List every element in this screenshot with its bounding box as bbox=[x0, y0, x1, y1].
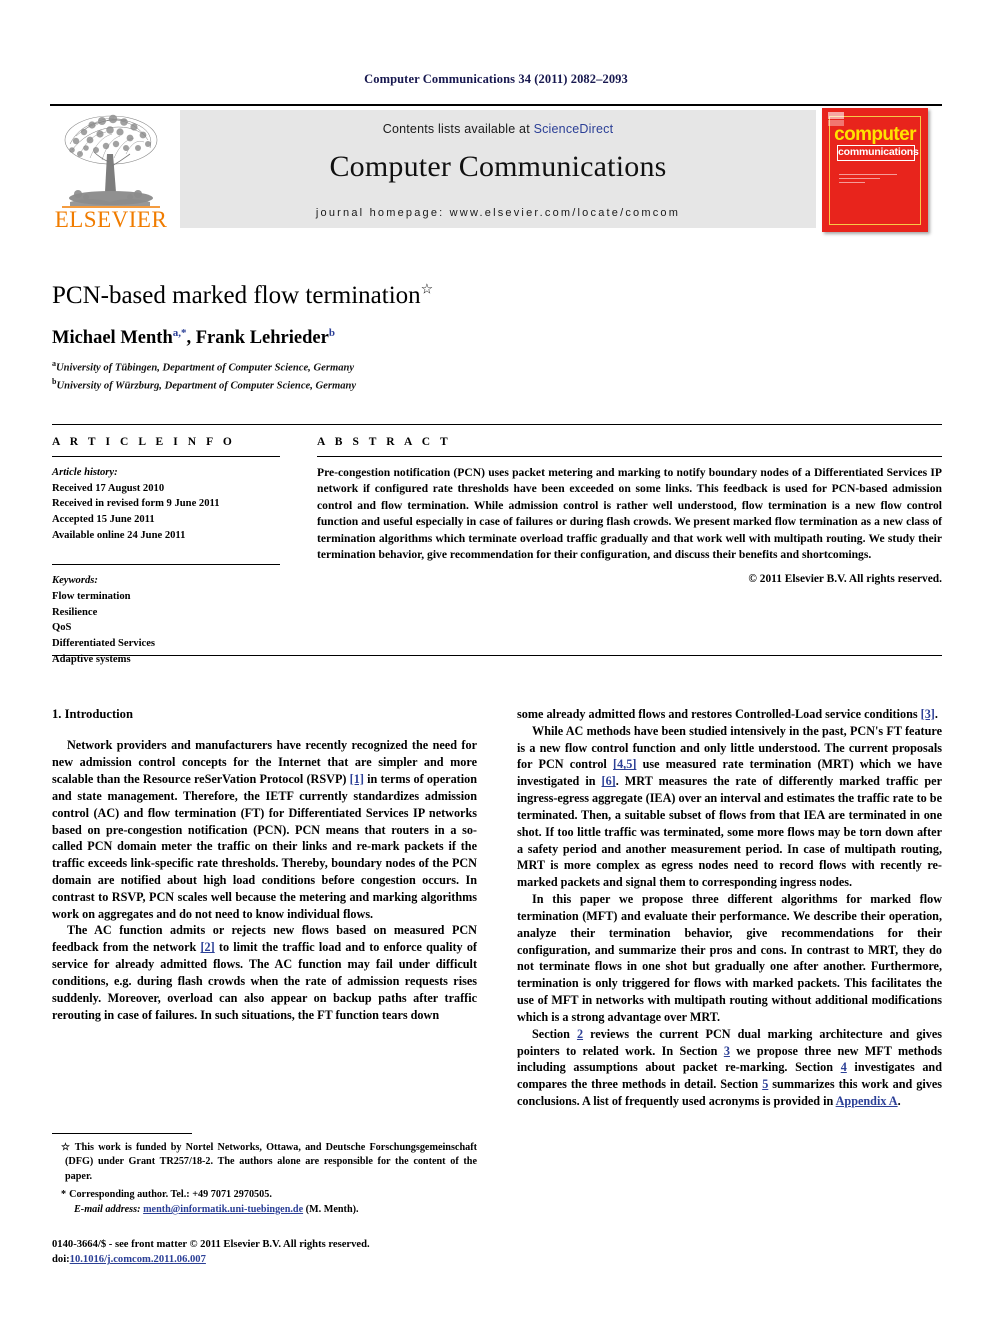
body-paragraph: The AC function admits or rejects new fl… bbox=[52, 923, 477, 1022]
doi-link[interactable]: 10.1016/j.comcom.2011.06.007 bbox=[70, 1254, 206, 1265]
keywords-rule bbox=[52, 564, 280, 566]
page-title: PCN-based marked flow termination☆ bbox=[52, 282, 942, 311]
article-history-received: Received 17 August 2010 bbox=[52, 482, 165, 494]
keywords-label: Keywords: bbox=[52, 575, 98, 587]
citation-link[interactable]: Appendix A bbox=[836, 1094, 898, 1108]
author-2-affiliation-marker: b bbox=[328, 326, 335, 339]
citation-link[interactable]: 5 bbox=[762, 1077, 768, 1091]
right-column-paragraphs: some already admitted flows and restores… bbox=[517, 706, 942, 1110]
article-history-label: Article history: bbox=[52, 467, 118, 478]
journal-homepage: journal homepage: www.elsevier.com/locat… bbox=[315, 207, 681, 219]
email-link[interactable]: menth@informatik.uni-tuebingen.de bbox=[143, 1204, 303, 1215]
keyword-item: Flow termination bbox=[52, 591, 131, 603]
article-history-revised: Received in revised form 9 June 2011 bbox=[52, 498, 220, 510]
citation-link[interactable]: 3 bbox=[724, 1044, 730, 1058]
email-owner: (M. Menth). bbox=[305, 1203, 359, 1215]
affiliation-b-text: University of Würzburg, Department of Co… bbox=[56, 380, 357, 392]
frame-top-rule bbox=[52, 424, 942, 425]
author-name-2: Frank Lehrieder bbox=[195, 327, 329, 348]
citation-link[interactable]: 4 bbox=[841, 1060, 847, 1074]
email-label: E-mail address: bbox=[74, 1203, 141, 1215]
body-paragraph: some already admitted flows and restores… bbox=[517, 707, 938, 721]
affiliations: aUniversity of Tübingen, Department of C… bbox=[52, 358, 942, 393]
footnote-corresponding-author: * Corresponding author. Tel.: +49 7071 29… bbox=[52, 1188, 477, 1202]
masthead-band: Contents lists available at ScienceDirec… bbox=[180, 110, 816, 228]
article-info-abstract-frame: A R T I C L E I N F O Article history: R… bbox=[52, 424, 942, 665]
left-column-paragraphs: Network providers and manufacturers have… bbox=[52, 737, 477, 1023]
body-paragraph: In this paper we propose three different… bbox=[517, 892, 942, 1024]
citation-link[interactable]: [1] bbox=[350, 772, 364, 786]
sciencedirect-link[interactable]: ScienceDirect bbox=[534, 122, 614, 136]
imprint-block: 0140-3664/$ - see front matter © 2011 El… bbox=[52, 1237, 512, 1268]
affiliation-a: aUniversity of Tübingen, Department of C… bbox=[52, 358, 942, 376]
elsevier-tree-icon bbox=[62, 114, 160, 208]
footnote-rule bbox=[52, 1133, 192, 1134]
article-info-rule bbox=[52, 456, 280, 457]
footnote-block: ☆ This work is funded by Nortel Networks,… bbox=[52, 1133, 477, 1217]
author-name-1: Michael Menth bbox=[52, 327, 173, 348]
affiliation-b: bUniversity of Würzburg, Department of C… bbox=[52, 376, 942, 394]
author-1-affiliation-marker: a,* bbox=[172, 326, 187, 339]
masthead-top-rule bbox=[50, 104, 942, 106]
doi-line: doi:10.1016/j.comcom.2011.06.007 bbox=[52, 1252, 512, 1267]
journal-masthead: ELSEVIER Contents lists available at Sci… bbox=[50, 104, 942, 232]
article-history-online: Available online 24 June 2011 bbox=[52, 529, 186, 541]
citation-link[interactable]: 2 bbox=[577, 1027, 583, 1041]
paper-page: Computer Communications 34 (2011) 2082–2… bbox=[0, 0, 992, 1323]
author-list: Michael Mentha,*, Frank Lehriederb bbox=[52, 327, 942, 349]
issn-line: 0140-3664/$ - see front matter © 2011 El… bbox=[52, 1239, 370, 1250]
journal-cover-thumbnail: computer communications bbox=[822, 108, 928, 232]
elsevier-logo: ELSEVIER bbox=[50, 110, 172, 232]
citation-link[interactable]: [3] bbox=[921, 707, 935, 721]
body-paragraph: Network providers and manufacturers have… bbox=[52, 738, 477, 921]
doi-prefix: doi: bbox=[52, 1254, 70, 1266]
citation-link[interactable]: [6] bbox=[602, 774, 616, 788]
cover-title-computer: computer bbox=[834, 124, 916, 145]
footnote-corresponding-marker: * bbox=[61, 1189, 67, 1201]
abstract-column: A B S T R A C T Pre-congestion notificat… bbox=[317, 436, 942, 585]
author-separator: , bbox=[186, 327, 196, 348]
body-column-right: some already admitted flows and restores… bbox=[517, 706, 942, 1110]
footnote-email-line: E-mail address: menth@informatik.uni-tue… bbox=[52, 1203, 477, 1217]
contents-available-line: Contents lists available at ScienceDirec… bbox=[180, 122, 816, 136]
cover-title-communications: communications bbox=[837, 145, 919, 161]
article-history-accepted: Accepted 15 June 2011 bbox=[52, 514, 155, 526]
title-block: PCN-based marked flow termination☆ Micha… bbox=[52, 282, 942, 393]
article-info-heading: A R T I C L E I N F O bbox=[52, 436, 236, 448]
abstract-text: Pre-congestion notification (PCN) uses p… bbox=[317, 466, 942, 562]
paper-title-text: PCN-based marked flow termination bbox=[52, 282, 421, 309]
affiliation-a-text: University of Tübingen, Department of Co… bbox=[56, 362, 355, 374]
body-paragraph: Section 2 reviews the current PCN dual m… bbox=[517, 1026, 943, 1109]
body-column-left: 1. Introduction Network providers and ma… bbox=[52, 706, 477, 1023]
abstract-heading: A B S T R A C T bbox=[317, 436, 452, 448]
body-paragraph: While AC methods have been studied inten… bbox=[517, 723, 942, 890]
running-head: Computer Communications 34 (2011) 2082–2… bbox=[364, 72, 628, 86]
article-info-column: A R T I C L E I N F O Article history: R… bbox=[52, 436, 280, 667]
footnote-funding: ☆ This work is funded by Nortel Networks,… bbox=[52, 1141, 477, 1184]
keyword-item: Resilience bbox=[52, 606, 98, 618]
elsevier-wordmark: ELSEVIER bbox=[54, 207, 168, 232]
contents-prefix: Contents lists available at bbox=[382, 122, 530, 136]
abstract-rule bbox=[317, 456, 942, 457]
title-footnote-marker: ☆ bbox=[420, 282, 434, 298]
citation-link[interactable]: [2] bbox=[201, 940, 215, 954]
abstract-copyright: © 2011 Elsevier B.V. All rights reserved… bbox=[748, 572, 942, 585]
footnote-funding-marker: ☆ bbox=[61, 1142, 72, 1153]
citation-link[interactable]: [4,5] bbox=[613, 757, 636, 771]
keyword-item: Adaptive systems bbox=[52, 653, 131, 665]
cover-decoration bbox=[839, 174, 897, 186]
keyword-item: Differentiated Services bbox=[52, 638, 156, 650]
keyword-item: QoS bbox=[52, 622, 72, 634]
footnote-funding-text: This work is funded by Nortel Networks, … bbox=[65, 1142, 477, 1182]
footnote-corresponding-text: Corresponding author. Tel.: +49 7071 297… bbox=[69, 1189, 272, 1201]
section-heading-introduction: 1. Introduction bbox=[52, 707, 133, 721]
journal-title: Computer Communications bbox=[329, 150, 667, 183]
